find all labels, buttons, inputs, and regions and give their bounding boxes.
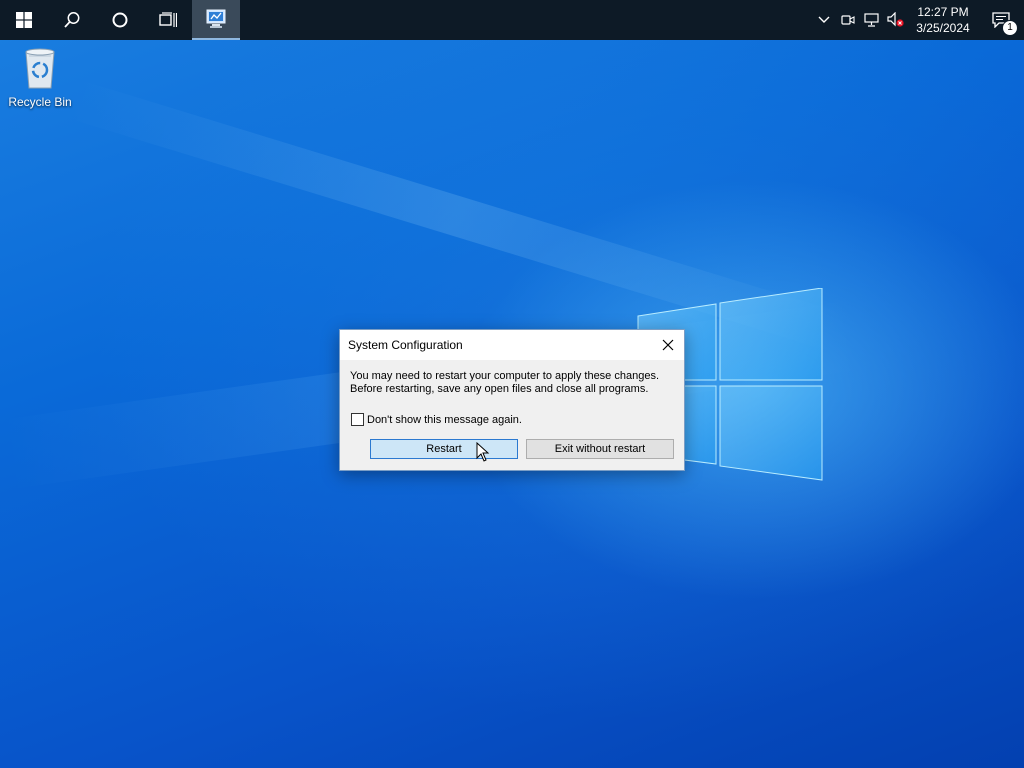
dialog-message: You may need to restart your computer to… bbox=[350, 370, 680, 396]
taskbar: 12:27 PM 3/25/2024 1 bbox=[0, 0, 1024, 40]
cortana-button[interactable] bbox=[96, 0, 144, 40]
clock-time: 12:27 PM bbox=[917, 5, 969, 19]
windows-start-icon bbox=[16, 12, 32, 28]
notification-count-badge: 1 bbox=[1002, 20, 1018, 36]
task-view-button[interactable] bbox=[144, 0, 192, 40]
cortana-circle-icon bbox=[112, 12, 128, 28]
checkbox-label: Don't show this message again. bbox=[367, 413, 522, 426]
recycle-bin-icon bbox=[25, 48, 55, 89]
close-icon bbox=[662, 339, 674, 351]
dont-show-again-checkbox[interactable]: Don't show this message again. bbox=[351, 413, 522, 426]
dialog-title: System Configuration bbox=[348, 338, 463, 352]
mouse-cursor-icon bbox=[476, 442, 490, 462]
clock-date: 3/25/2024 bbox=[916, 21, 970, 35]
desktop-icon-label: Recycle Bin bbox=[8, 95, 72, 109]
search-icon bbox=[64, 12, 80, 28]
dialog-message-line: Before restarting, save any open files a… bbox=[350, 383, 649, 395]
meet-now-tray-button[interactable] bbox=[836, 0, 860, 40]
chevron-up-icon bbox=[818, 16, 830, 23]
system-tray: 12:27 PM 3/25/2024 1 bbox=[812, 0, 1024, 40]
task-view-icon bbox=[159, 12, 177, 27]
taskbar-app-system-configuration[interactable] bbox=[192, 0, 240, 40]
dialog-close-button[interactable] bbox=[652, 330, 684, 360]
desktop-wallpaper: Recycle Bin System Configuration You may… bbox=[0, 0, 1024, 768]
search-button[interactable] bbox=[48, 0, 96, 40]
taskbar-clock[interactable]: 12:27 PM 3/25/2024 bbox=[908, 0, 978, 40]
system-configuration-dialog: System Configuration You may need to res… bbox=[339, 329, 685, 471]
volume-muted-icon bbox=[887, 12, 904, 27]
start-button[interactable] bbox=[0, 0, 48, 40]
network-icon bbox=[864, 13, 879, 27]
network-tray-button[interactable] bbox=[860, 0, 884, 40]
system-configuration-app-icon bbox=[206, 9, 226, 28]
desktop-icon-recycle-bin[interactable]: Recycle Bin bbox=[4, 46, 76, 109]
meet-now-icon bbox=[841, 15, 855, 25]
dialog-message-line: You may need to restart your computer to… bbox=[350, 370, 659, 382]
volume-tray-button[interactable] bbox=[884, 0, 908, 40]
dialog-title-bar[interactable]: System Configuration bbox=[340, 330, 684, 360]
checkbox-box[interactable] bbox=[351, 413, 364, 426]
action-center-button[interactable]: 1 bbox=[978, 0, 1024, 40]
exit-without-restart-button[interactable]: Exit without restart bbox=[526, 439, 674, 459]
restart-button[interactable]: Restart bbox=[370, 439, 518, 459]
show-hidden-icons-button[interactable] bbox=[812, 0, 836, 40]
